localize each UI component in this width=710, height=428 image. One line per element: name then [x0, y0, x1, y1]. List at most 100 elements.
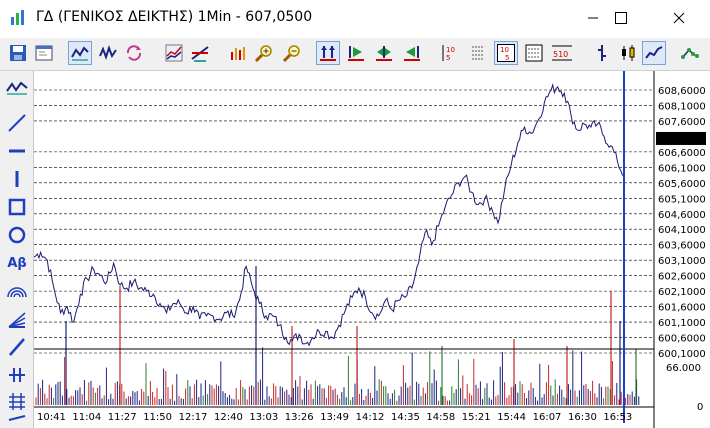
- time-tick-label: 15:21: [462, 412, 491, 423]
- chart-toggle-icon: [6, 81, 28, 95]
- fan-tool[interactable]: [4, 307, 30, 331]
- grid-box-button[interactable]: [522, 41, 546, 65]
- price-tick-label: 608,1000: [658, 101, 706, 112]
- grid-button[interactable]: [466, 41, 490, 65]
- time-tick-label: 13:49: [320, 412, 349, 423]
- price-tick-label: 603,1000: [658, 256, 706, 267]
- rectangle-icon: [8, 198, 26, 216]
- volume-bars-icon: [231, 47, 245, 60]
- dots-type-button[interactable]: [678, 41, 702, 65]
- data-5-label: 5: [446, 54, 450, 62]
- price-tick-label: 605,6000: [658, 179, 706, 190]
- time-tick-label: 12:17: [179, 412, 208, 423]
- price-tick-label: 602,1000: [658, 287, 706, 298]
- volume-bars-button[interactable]: [226, 41, 250, 65]
- time-tick-label: 14:35: [391, 412, 420, 423]
- vertical-line-tool[interactable]: [4, 167, 30, 191]
- circle-icon: [8, 226, 26, 244]
- time-tick-label: 13:26: [285, 412, 314, 423]
- candle-type-button[interactable]: [616, 41, 640, 65]
- time-tick-label: 16:30: [568, 412, 597, 423]
- price-tick-label: 605,1000: [658, 194, 706, 205]
- time-tick-label: 15:44: [497, 412, 526, 423]
- grid-tool[interactable]: [4, 389, 30, 413]
- line-type-button[interactable]: [642, 41, 666, 65]
- scroll-right-button[interactable]: [344, 41, 368, 65]
- time-tick-label: 16:53: [603, 412, 632, 423]
- price-tick-label: 606,6000: [658, 148, 706, 159]
- chart-background: [34, 71, 710, 428]
- pencil-line-tool[interactable]: [4, 335, 30, 359]
- cross-tool[interactable]: [4, 363, 30, 387]
- grid-5-label: 5: [505, 54, 509, 62]
- price-chart[interactable]: 608,6000 608,1000 607,6000 607,0500 606,6000…: [34, 71, 710, 428]
- arc-icon: [7, 287, 27, 298]
- drawing-tools-sidebar: Aβ: [0, 71, 34, 428]
- cross-tool-icon: [9, 368, 25, 382]
- trendline-icon: [8, 114, 26, 132]
- circle-tool[interactable]: [4, 223, 30, 247]
- text-tool[interactable]: Aβ: [4, 251, 30, 275]
- time-tick-label: 16:07: [533, 412, 562, 423]
- more-tools[interactable]: [4, 413, 30, 427]
- scroll-both-button[interactable]: [316, 41, 340, 65]
- window-button[interactable]: [32, 41, 56, 65]
- price-tick-label: 604,1000: [658, 225, 706, 236]
- maximize-icon: [615, 12, 627, 24]
- title-bar: ΓΔ (ΓΕΝΙΚΟΣ ΔΕΙΚΤΗΣ) 1Min - 607,0500: [0, 0, 710, 36]
- line-chart-button[interactable]: [68, 41, 92, 65]
- bar-type-button[interactable]: [590, 41, 614, 65]
- grid-510-button[interactable]: 510: [550, 41, 574, 65]
- time-tick-label: 11:04: [72, 412, 101, 423]
- candle-chart-icon: [99, 45, 117, 60]
- price-tick-label: 608,6000: [658, 86, 706, 97]
- close-button[interactable]: [656, 0, 702, 36]
- price-tick-label: 601,6000: [658, 303, 706, 314]
- cross-lines-button[interactable]: [188, 41, 212, 65]
- zoom-in-button[interactable]: [252, 41, 276, 65]
- price-tick-label: 607,6000: [658, 117, 706, 128]
- price-tick-label: 603,6000: [658, 241, 706, 252]
- bar-type-icon: [598, 45, 606, 61]
- data-10-label: 10: [446, 46, 455, 54]
- grid-10-button[interactable]: 10 5: [494, 41, 518, 65]
- window-title: ΓΔ (ΓΕΝΙΚΟΣ ΔΕΙΚΤΗΣ) 1Min - 607,0500: [36, 9, 313, 25]
- time-tick-label: 14:12: [356, 412, 385, 423]
- cross-lines-icon: [191, 46, 209, 62]
- trendline-tool[interactable]: [4, 111, 30, 135]
- time-tick-label: 11:27: [108, 412, 137, 423]
- candle-type-icon: [622, 45, 635, 61]
- app-chart-icon: [11, 10, 24, 25]
- scroll-center-button[interactable]: [372, 41, 396, 65]
- arc-tool[interactable]: [4, 279, 30, 303]
- maximize-button[interactable]: [598, 0, 644, 36]
- time-axis-labels: 10:41 11:04 11:27 11:50 12:17 12:40 13:03 13:26…: [37, 412, 632, 423]
- line-chart-icon: [71, 46, 89, 61]
- indicator-button[interactable]: [162, 41, 186, 65]
- scroll-right-icon: [348, 46, 364, 61]
- zoom-out-icon: [283, 45, 300, 62]
- window-icon: [35, 45, 53, 61]
- volume-max-label: 66.000: [666, 363, 701, 374]
- price-tick-label: 600,1000: [658, 349, 706, 360]
- price-tick-label: 600,6000: [658, 334, 706, 345]
- chart-toggle-button[interactable]: [4, 77, 30, 101]
- horizontal-line-tool[interactable]: [4, 139, 30, 163]
- scroll-left-button[interactable]: [400, 41, 424, 65]
- candle-chart-button[interactable]: [96, 41, 120, 65]
- time-tick-label: 12:40: [214, 412, 243, 423]
- indicator-icon: [165, 44, 183, 62]
- grid-tool-icon: [9, 393, 25, 410]
- scroll-center-icon: [376, 46, 392, 61]
- data-10-button[interactable]: 10 5: [438, 41, 462, 65]
- grid-510-label: 510: [553, 50, 568, 59]
- dots-type-icon: [681, 48, 699, 59]
- save-button[interactable]: [6, 41, 30, 65]
- scroll-both-icon: [320, 46, 336, 61]
- price-tick-label: 601,1000: [658, 318, 706, 329]
- zoom-out-button[interactable]: [280, 41, 304, 65]
- price-tick-label: 602,6000: [658, 272, 706, 283]
- rectangle-tool[interactable]: [4, 195, 30, 219]
- time-tick-label: 11:50: [143, 412, 172, 423]
- refresh-button[interactable]: [122, 41, 146, 65]
